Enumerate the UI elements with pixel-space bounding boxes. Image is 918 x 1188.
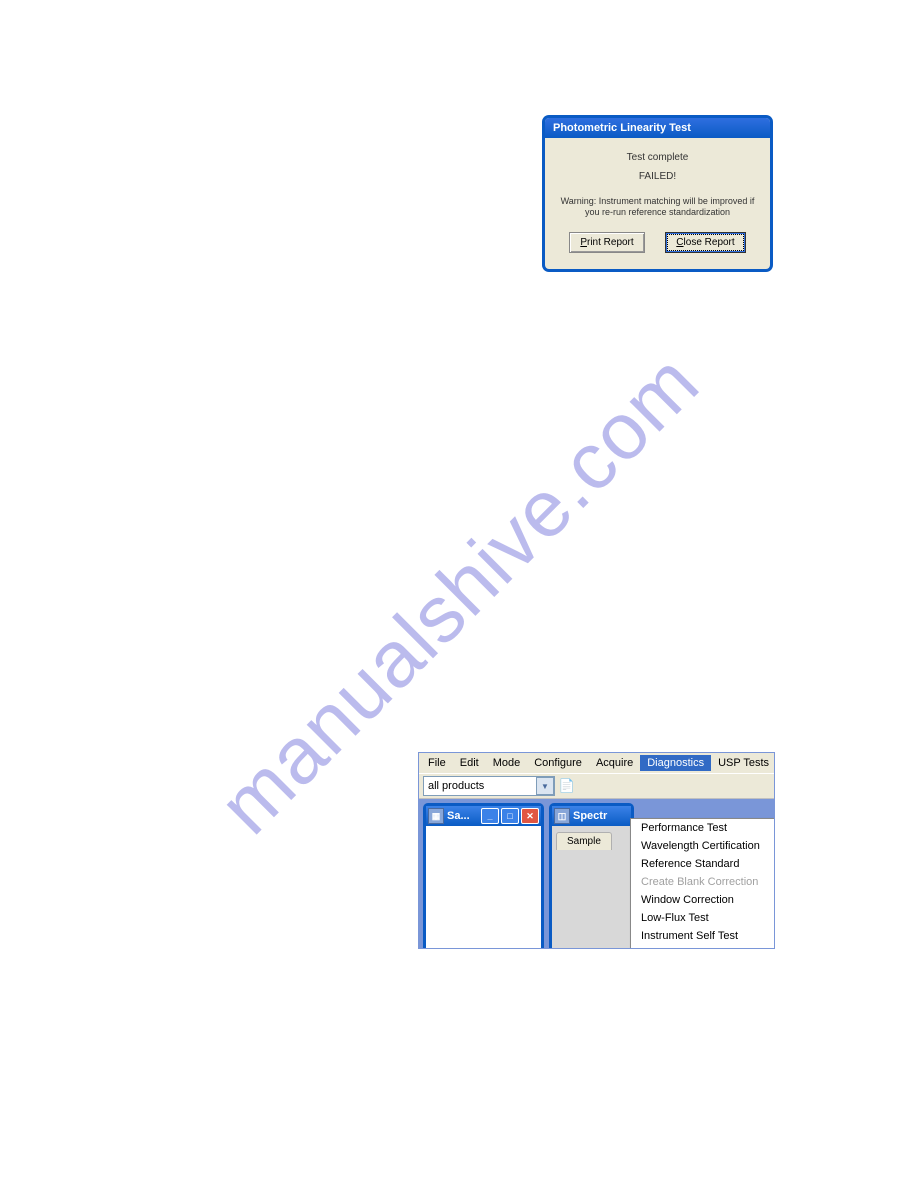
child-body: Sample bbox=[552, 826, 631, 949]
menu-item-reference-standard[interactable]: Reference Standard▶ bbox=[631, 855, 775, 873]
child-body bbox=[426, 826, 541, 945]
menu-item-window-correction[interactable]: Window Correction▶ bbox=[631, 891, 775, 909]
close-report-button[interactable]: Close Report bbox=[665, 232, 745, 253]
print-report-button[interactable]: Print Report bbox=[569, 232, 644, 253]
dialog-body: Test complete FAILED! Warning: Instrumen… bbox=[545, 138, 770, 269]
child-titlebar[interactable]: ▦ Sa... _ □ ✕ bbox=[426, 806, 541, 826]
spectra-child-window: ◫ Spectr Sample bbox=[549, 803, 634, 949]
test-complete-text: Test complete bbox=[553, 152, 762, 163]
menu-item-performance-test[interactable]: Performance Test▶ bbox=[631, 819, 775, 837]
child-titlebar[interactable]: ◫ Spectr bbox=[552, 806, 631, 826]
warning-text: Warning: Instrument matching will be imp… bbox=[559, 196, 756, 218]
diagnostics-dropdown-menu: Performance Test▶ Wavelength Certificati… bbox=[630, 818, 775, 949]
menu-file[interactable]: File bbox=[421, 755, 453, 771]
menu-item-low-flux-test[interactable]: Low-Flux Test bbox=[631, 909, 775, 927]
new-document-icon[interactable]: 📄 bbox=[559, 778, 575, 794]
chevron-down-icon[interactable]: ▼ bbox=[536, 777, 554, 795]
maximize-button[interactable]: □ bbox=[501, 808, 519, 824]
menu-diagnostics[interactable]: Diagnostics bbox=[640, 755, 711, 771]
menu-edit[interactable]: Edit bbox=[453, 755, 486, 771]
linearity-test-dialog: Photometric Linearity Test Test complete… bbox=[543, 116, 772, 271]
failed-text: FAILED! bbox=[553, 171, 762, 182]
menu-bar: File Edit Mode Configure Acquire Diagnos… bbox=[419, 753, 774, 773]
menu-usp-tests[interactable]: USP Tests bbox=[711, 755, 775, 771]
sample-tab[interactable]: Sample bbox=[556, 832, 612, 850]
menu-item-wavelength-linearization[interactable]: Wavelength Linearization bbox=[631, 945, 775, 949]
child-title: Spectr bbox=[573, 810, 629, 822]
menu-item-create-blank-correction: Create Blank Correction bbox=[631, 873, 775, 891]
mdi-workarea: ▦ Sa... _ □ ✕ ◫ Spectr Sample Performanc… bbox=[419, 799, 774, 949]
close-button[interactable]: ✕ bbox=[521, 808, 539, 824]
minimize-button[interactable]: _ bbox=[481, 808, 499, 824]
products-dropdown[interactable]: all products ▼ bbox=[423, 776, 555, 796]
chart-icon: ◫ bbox=[554, 808, 570, 824]
menu-item-wavelength-certification[interactable]: Wavelength Certification▶ bbox=[631, 837, 775, 855]
menu-mode[interactable]: Mode bbox=[486, 755, 528, 771]
menu-acquire[interactable]: Acquire bbox=[589, 755, 640, 771]
products-dropdown-value: all products bbox=[424, 780, 536, 792]
vision-app-window: File Edit Mode Configure Acquire Diagnos… bbox=[418, 752, 775, 949]
samples-child-window: ▦ Sa... _ □ ✕ bbox=[423, 803, 544, 949]
menu-configure[interactable]: Configure bbox=[527, 755, 589, 771]
menu-item-instrument-self-test[interactable]: Instrument Self Test bbox=[631, 927, 775, 945]
child-title: Sa... bbox=[447, 810, 481, 822]
dialog-titlebar[interactable]: Photometric Linearity Test bbox=[545, 118, 770, 138]
window-icon: ▦ bbox=[428, 808, 444, 824]
toolbar: all products ▼ 📄 bbox=[419, 773, 774, 799]
